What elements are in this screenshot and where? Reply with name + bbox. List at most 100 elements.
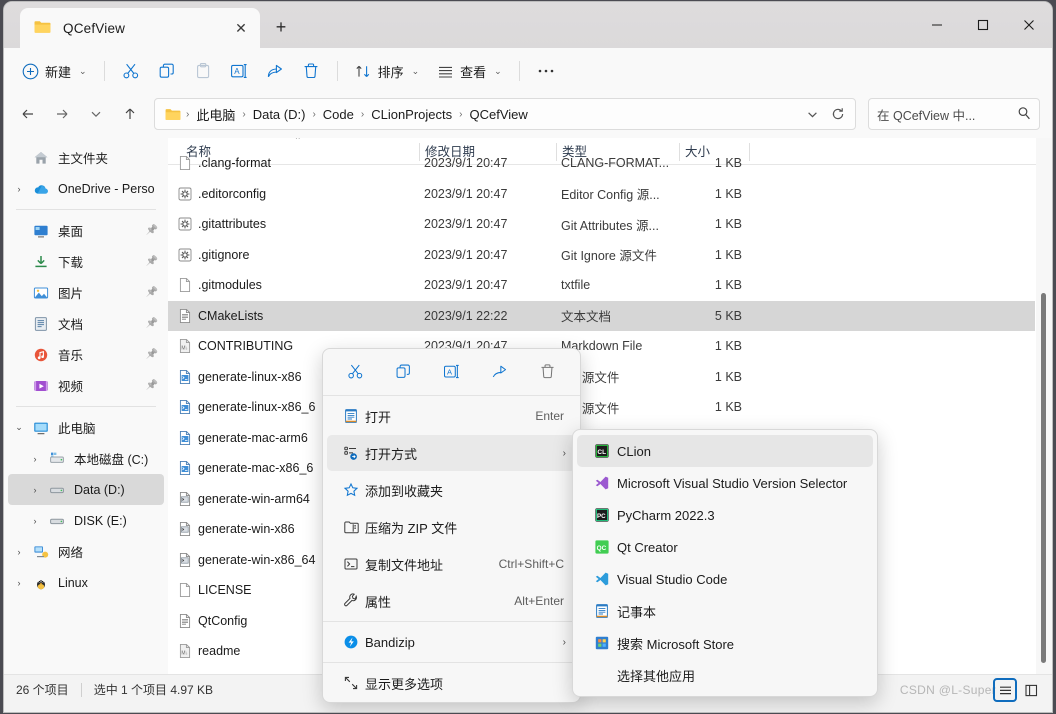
context-menu-item-压缩为-ZIP-文件[interactable]: 压缩为 ZIP 文件 [327, 509, 576, 545]
pin-icon[interactable]: 📌 [146, 380, 158, 391]
search-input[interactable]: 在 QCefView 中... [868, 98, 1040, 130]
navigation-pane[interactable]: 主文件夹 › OneDrive - Perso 桌面 📌 下载 📌 图片 📌 文档 📌 音乐 📌 视频 📌 ⌄… [4, 138, 168, 674]
sidebar-item--[interactable]: › 网络 [8, 536, 164, 567]
open-with-icon [337, 445, 365, 461]
table-row[interactable]: generate-linux-x86_62023/9/1 20:47SH 源文件… [168, 392, 1035, 423]
file-name-cell: CMakeLists [198, 308, 264, 323]
file-list-scrollbar[interactable] [1036, 138, 1052, 674]
share-button[interactable] [258, 55, 292, 87]
sidebar-item--[interactable]: ⌄ 此电脑 [8, 412, 164, 443]
recent-locations-button[interactable] [80, 98, 112, 130]
pin-icon[interactable]: 📌 [146, 318, 158, 329]
breadcrumb-item-4[interactable]: QCefView [463, 105, 533, 124]
cut-button[interactable] [114, 55, 148, 87]
minimize-button[interactable] [914, 2, 960, 48]
table-row[interactable]: generate-linux-x862023/9/1 20:47SH 源文件1 … [168, 362, 1035, 393]
chevron-right-icon[interactable]: › [8, 578, 30, 588]
file-size-cell: 1 KB [714, 247, 742, 262]
toolbar-divider-3 [518, 61, 520, 81]
chevron-right-icon[interactable]: › [8, 547, 30, 557]
new-tab-button[interactable]: + [266, 12, 296, 42]
tab-qcefview[interactable]: QCefView ✕ [20, 8, 260, 48]
back-button[interactable] [12, 98, 44, 130]
file-size-cell: 1 KB [714, 278, 742, 293]
pin-icon[interactable]: 📌 [146, 256, 158, 267]
new-button[interactable]: 新建 ⌄ [14, 55, 95, 87]
sidebar-item-disk-e-[interactable]: › DISK (E:) [8, 505, 164, 536]
context-menu-item-复制文件地址[interactable]: 复制文件地址 Ctrl+Shift+C [327, 546, 576, 582]
pin-icon[interactable]: 📌 [146, 349, 158, 360]
tab-close-icon[interactable]: ✕ [228, 15, 254, 41]
sidebar-item--[interactable]: 文档 📌 [8, 308, 164, 339]
paste-button[interactable] [186, 55, 220, 87]
notepad-icon [587, 603, 617, 619]
open-with-submenu[interactable]: CL CLion Microsoft Visual Studio Version S… [572, 429, 878, 697]
open-with-item-Microsoft-Visual-Studio-Version-Selector[interactable]: Microsoft Visual Studio Version Selector [577, 467, 873, 499]
sidebar-item--[interactable]: 桌面 📌 [8, 215, 164, 246]
table-row[interactable]: .gitmodules 2023/9/1 20:47 txtfile 1 KB [168, 270, 1035, 301]
chevron-right-icon[interactable]: › [8, 184, 30, 194]
open-with-item-Qt-Creator[interactable]: QC Qt Creator [577, 531, 873, 563]
up-button[interactable] [114, 98, 146, 130]
table-row[interactable]: CMakeLists 2023/9/1 22:22 文本文档 5 KB [168, 300, 1035, 331]
delete-button[interactable] [294, 55, 328, 87]
chevron-right-icon[interactable]: › [24, 454, 46, 464]
open-with-item-Visual-Studio-Code[interactable]: Visual Studio Code [577, 563, 873, 595]
sidebar-item-data-d-[interactable]: › Data (D:) [8, 474, 164, 505]
tiles-view-button[interactable] [1020, 679, 1042, 701]
rename-icon[interactable]: A [434, 356, 468, 386]
sidebar-item--c-[interactable]: › 本地磁盘 (C:) [8, 443, 164, 474]
context-menu-item-显示更多选项[interactable]: 显示更多选项 [327, 665, 576, 701]
open-with-item-搜索-Microsoft-Store[interactable]: 搜索 Microsoft Store [577, 627, 873, 659]
sidebar-item--[interactable]: 下载 📌 [8, 246, 164, 277]
sidebar-item--[interactable]: 视频 📌 [8, 370, 164, 401]
table-row[interactable]: .clang-format 2023/9/1 20:47 CLANG-FORMAT.… [168, 148, 1035, 179]
sidebar-item-onedrive-perso[interactable]: › OneDrive - Perso [8, 173, 164, 204]
copy-icon[interactable] [386, 356, 420, 386]
address-bar[interactable]: › 此电脑 › Data (D:) › Code › CLionProjects… [154, 98, 856, 130]
chevron-right-icon[interactable]: › [24, 516, 46, 526]
context-menu-item-打开[interactable]: 打开 Enter [327, 398, 576, 434]
more-button[interactable] [529, 55, 563, 87]
close-button[interactable] [1006, 2, 1052, 48]
context-menu-item-添加到收藏夹[interactable]: 添加到收藏夹 [327, 472, 576, 508]
context-menu[interactable]: A 打开 Enter 打开方式 › 添加到收藏夹 压缩为 ZIP 文件 复制文件地址 Ctrl [322, 348, 581, 703]
context-menu-item-打开方式[interactable]: 打开方式 › [327, 435, 576, 471]
cut-icon[interactable] [338, 356, 372, 386]
zip-icon [337, 519, 365, 535]
maximize-button[interactable] [960, 2, 1006, 48]
table-row[interactable]: .gitattributes 2023/9/1 20:47 Git Attribut… [168, 209, 1035, 240]
chevron-right-icon[interactable]: › [24, 485, 46, 495]
chevron-down-icon[interactable]: ⌄ [8, 422, 30, 433]
breadcrumb-item-0[interactable]: 此电脑 [190, 103, 241, 126]
open-with-item-选择其他应用[interactable]: 选择其他应用 [577, 659, 873, 691]
sidebar-item--[interactable]: 图片 📌 [8, 277, 164, 308]
breadcrumb-item-2[interactable]: Code [317, 105, 360, 124]
delete-icon[interactable] [531, 356, 565, 386]
share-icon[interactable] [483, 356, 517, 386]
table-row[interactable]: .gitignore 2023/9/1 20:47 Git Ignore 源文件 1 … [168, 240, 1035, 271]
sidebar-item--[interactable]: 主文件夹 [8, 142, 164, 173]
address-dropdown-button[interactable] [799, 101, 825, 127]
breadcrumb-item-3[interactable]: CLionProjects [365, 105, 458, 124]
table-row[interactable]: .editorconfig 2023/9/1 20:47 Editor Config… [168, 179, 1035, 210]
sidebar-item--[interactable]: 音乐 📌 [8, 339, 164, 370]
pin-icon[interactable]: 📌 [146, 287, 158, 298]
view-button[interactable]: 查看 ⌄ [429, 55, 510, 87]
details-view-button[interactable] [993, 678, 1017, 702]
context-menu-item-属性[interactable]: 属性 Alt+Enter [327, 583, 576, 619]
copy-button[interactable] [150, 55, 184, 87]
sort-button[interactable]: 排序 ⌄ [347, 55, 428, 87]
context-menu-item-Bandizip[interactable]: Bandizip › [327, 624, 576, 660]
open-with-item-PyCharm-2022-3[interactable]: PC PyCharm 2022.3 [577, 499, 873, 531]
forward-button[interactable] [46, 98, 78, 130]
table-row[interactable]: M↓ CONTRIBUTING 2023/9/1 20:47 Markdown Fil… [168, 331, 1035, 362]
refresh-button[interactable] [825, 101, 851, 127]
sidebar-item-linux[interactable]: › Linux [8, 567, 164, 598]
rename-button[interactable]: A [222, 55, 256, 87]
breadcrumb-item-1[interactable]: Data (D:) [247, 105, 312, 124]
open-with-item-记事本[interactable]: 记事本 [577, 595, 873, 627]
scrollbar-thumb[interactable] [1041, 293, 1046, 663]
pin-icon[interactable]: 📌 [146, 225, 158, 236]
open-with-item-CLion[interactable]: CL CLion [577, 435, 873, 467]
